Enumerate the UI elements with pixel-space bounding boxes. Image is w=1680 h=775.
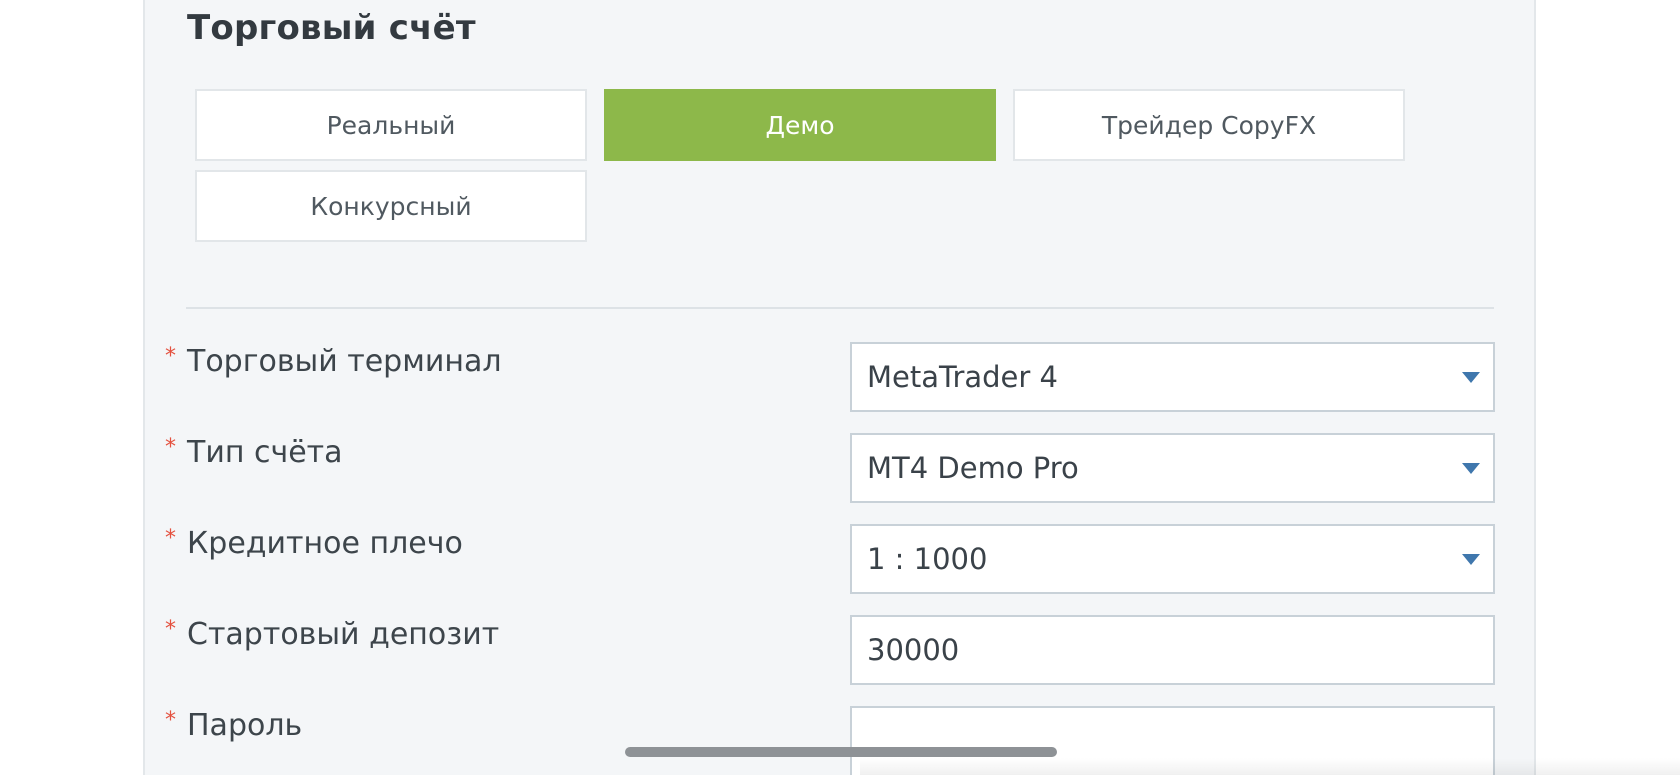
bottom-shadow xyxy=(860,758,1680,775)
required-asterisk: * xyxy=(165,708,176,733)
terminal-select-value: MetaTrader 4 xyxy=(867,360,1058,394)
leverage-label: * Кредитное плечо xyxy=(165,526,463,561)
required-asterisk: * xyxy=(165,526,176,551)
leverage-select-value: 1 : 1000 xyxy=(867,542,988,576)
deposit-label: * Стартовый депозит xyxy=(165,617,500,652)
account-type-real-button[interactable]: Реальный xyxy=(195,89,587,161)
section-divider xyxy=(186,307,1494,309)
caret-down-icon xyxy=(1462,553,1480,565)
deposit-input-value: 30000 xyxy=(867,633,960,667)
password-label: * Пароль xyxy=(165,708,303,743)
caret-down-icon xyxy=(1462,371,1480,383)
caret-down-icon xyxy=(1462,462,1480,474)
page: Торговый счёт Реальный Демо Трейдер Copy… xyxy=(0,0,1680,775)
deposit-input[interactable]: 30000 xyxy=(850,615,1495,685)
required-asterisk: * xyxy=(165,617,176,642)
required-asterisk: * xyxy=(165,344,176,369)
account-type-select-value: MT4 Demo Pro xyxy=(867,451,1079,485)
account-type-demo-button[interactable]: Демо xyxy=(604,89,996,161)
required-asterisk: * xyxy=(165,435,176,460)
home-indicator-bar[interactable] xyxy=(625,747,1057,757)
account-type-contest-button[interactable]: Конкурсный xyxy=(195,170,587,242)
terminal-select[interactable]: MetaTrader 4 xyxy=(850,342,1495,412)
terminal-label: * Торговый терминал xyxy=(165,344,502,379)
account-type-copyfx-button[interactable]: Трейдер CopyFX xyxy=(1013,89,1405,161)
section-title: Торговый счёт xyxy=(187,8,476,48)
leverage-select[interactable]: 1 : 1000 xyxy=(850,524,1495,594)
account-type-select[interactable]: MT4 Demo Pro xyxy=(850,433,1495,503)
account-type-label: * Тип счёта xyxy=(165,435,343,470)
